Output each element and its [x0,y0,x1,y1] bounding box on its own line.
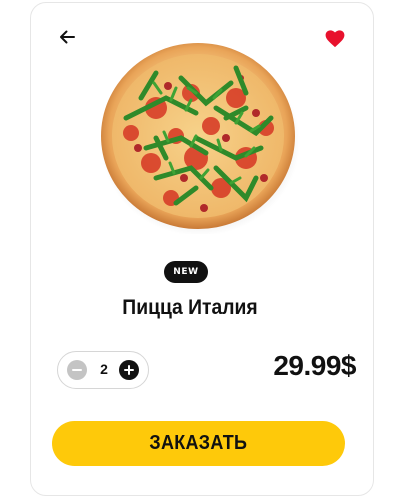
quantity-value: 2 [100,361,108,377]
heart-icon [325,30,345,48]
minus-icon [72,368,82,372]
pizza-image [100,43,300,234]
increase-quantity-button[interactable] [119,360,139,380]
arrow-left-icon [60,30,75,44]
quantity-stepper: 2 [57,351,149,389]
favorite-button[interactable] [324,28,346,50]
product-price: 29.99$ [273,350,356,381]
new-badge: NEW [164,261,208,283]
product-title: Пицца Италия [122,296,258,319]
order-button[interactable]: ЗАКАЗАТЬ [52,421,345,466]
order-button-label: ЗАКАЗАТЬ [149,432,248,454]
back-button[interactable] [56,26,78,48]
decrease-quantity-button[interactable] [67,360,87,380]
